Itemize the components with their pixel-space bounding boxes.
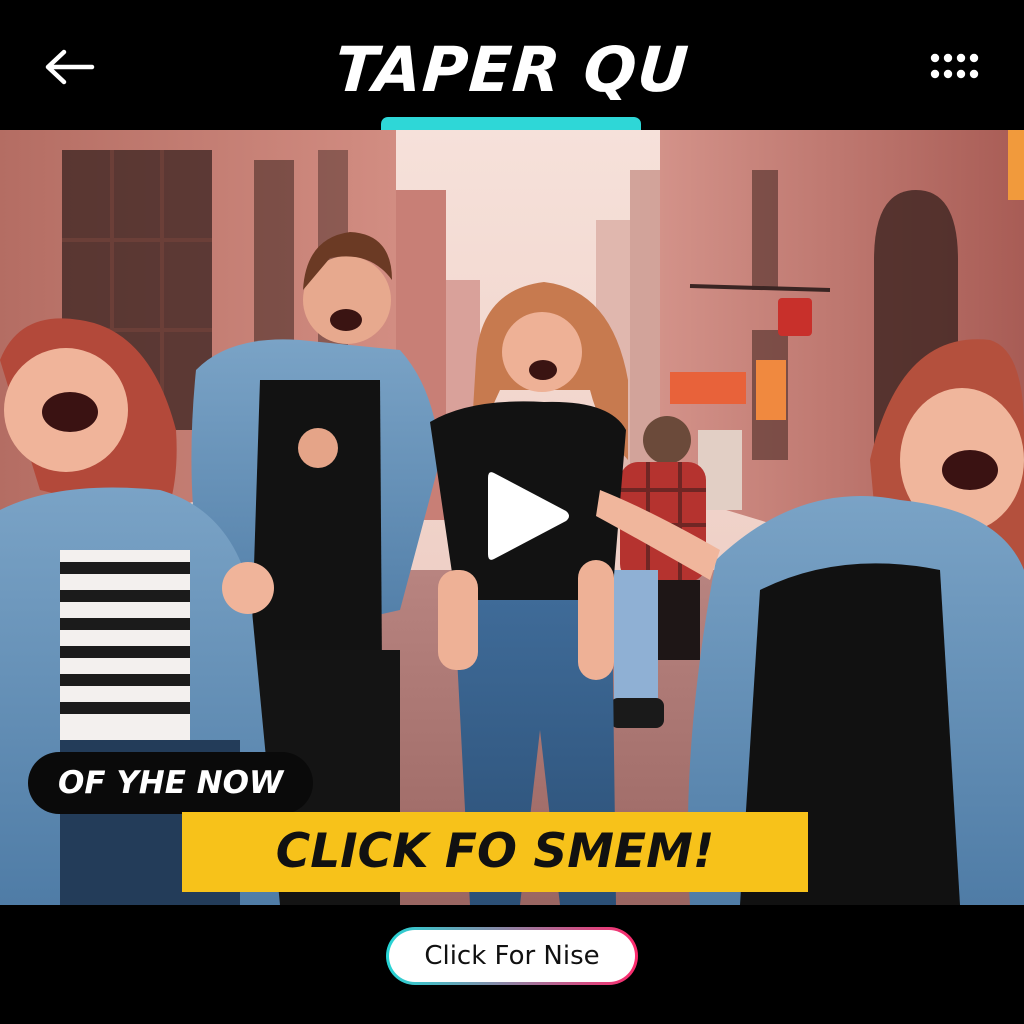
bottom-bar: Click For Nise xyxy=(0,905,1024,1024)
back-button[interactable] xyxy=(30,36,110,98)
video-ad-screen: TAPER QU OF YHE NOW CLICK FO SMEM! Click… xyxy=(0,0,1024,1024)
click-for-nise-button[interactable]: Click For Nise xyxy=(386,927,638,985)
video-player[interactable]: OF YHE NOW CLICK FO SMEM! xyxy=(0,130,1024,905)
play-button[interactable] xyxy=(448,446,598,586)
more-options-button[interactable] xyxy=(918,40,988,94)
dots-grid-icon xyxy=(930,53,979,79)
top-bar: TAPER QU xyxy=(0,0,1024,131)
caption-pill: OF YHE NOW xyxy=(28,752,314,814)
play-icon xyxy=(488,472,569,560)
arrow-left-icon xyxy=(45,49,95,85)
page-title: TAPER QU xyxy=(332,33,692,106)
cta-banner[interactable]: CLICK FO SMEM! xyxy=(182,812,808,892)
title-underline xyxy=(381,117,641,131)
